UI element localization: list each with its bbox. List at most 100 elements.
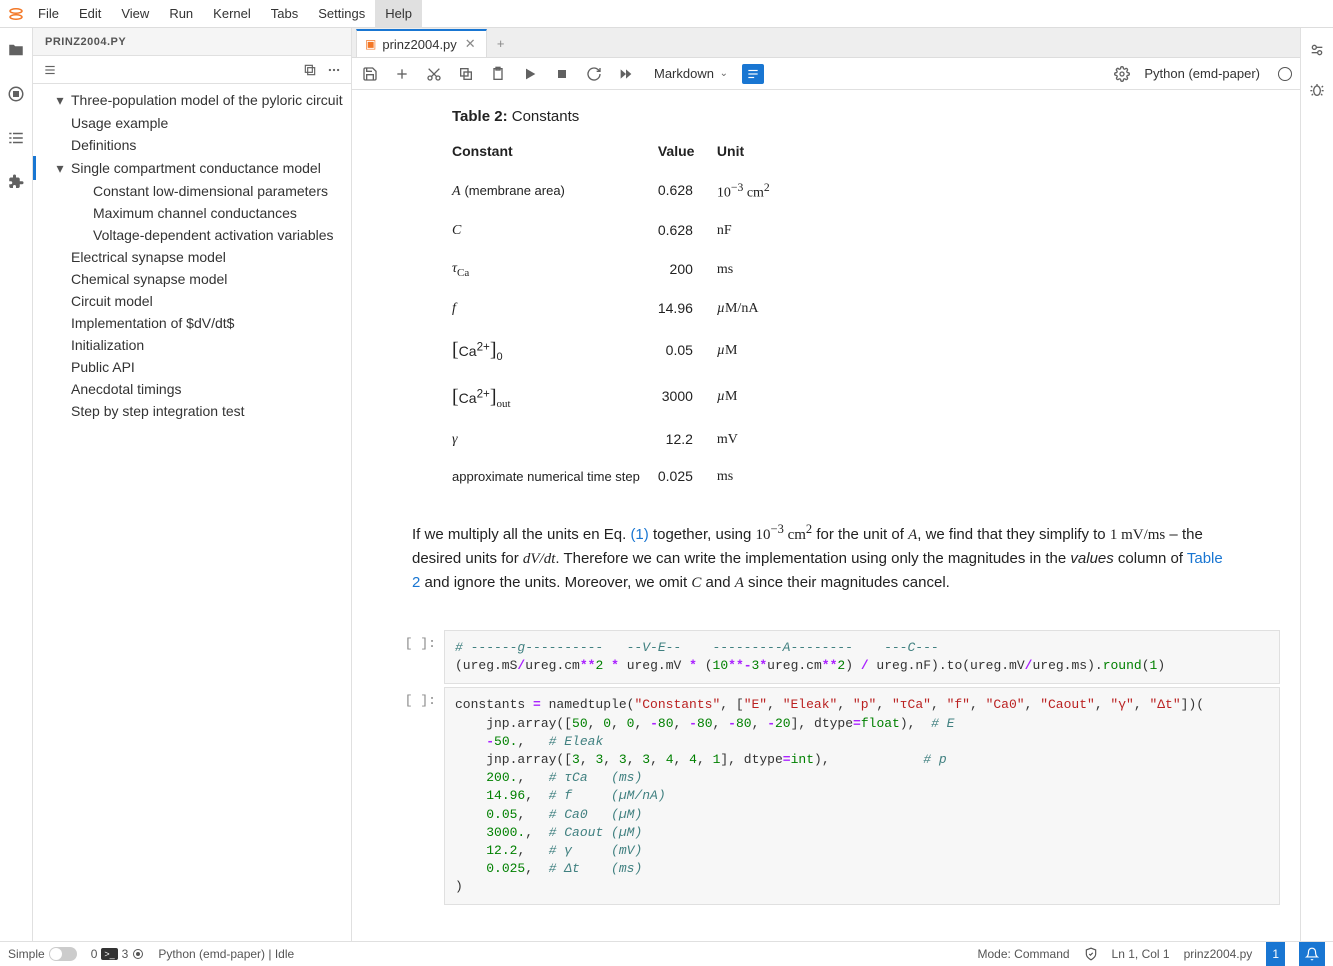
menu-file[interactable]: File	[28, 0, 69, 27]
tab-prinz2004[interactable]: ▣ prinz2004.py ✕	[356, 29, 487, 57]
run-icon[interactable]	[520, 64, 540, 84]
trusted-icon[interactable]	[1084, 947, 1098, 961]
menu-kernel[interactable]: Kernel	[203, 0, 261, 27]
kernel-status-text[interactable]: Python (emd-paper) | Idle	[158, 947, 294, 961]
toc-item-label: Maximum channel conductances	[93, 205, 297, 221]
table-row: f14.96µM/nA	[452, 289, 788, 327]
cell-type-select[interactable]: Markdown ⌄	[648, 65, 730, 82]
table-row: A (membrane area)0.62810−3 cm2	[452, 170, 788, 211]
close-icon[interactable]: ✕	[463, 36, 478, 52]
toc-item[interactable]: Initialization	[33, 334, 351, 356]
toc-item-label: Three-population model of the pyloric ci…	[71, 92, 343, 108]
table-row: [Ca2+]00.05µM	[452, 327, 788, 373]
run-all-icon[interactable]	[616, 64, 636, 84]
notification-badge[interactable]: 1	[1266, 942, 1285, 966]
running-icon[interactable]	[6, 84, 26, 104]
table-caption: Table 2: Constants	[452, 106, 1232, 129]
settings-icon[interactable]	[1307, 40, 1327, 60]
toc-toolbar	[33, 56, 351, 84]
toc-tree[interactable]: ▾Three-population model of the pyloric c…	[33, 84, 351, 941]
toc-item[interactable]: Circuit model	[33, 290, 351, 312]
activity-bar	[0, 28, 33, 941]
menu-tabs[interactable]: Tabs	[261, 0, 308, 27]
paste-icon[interactable]	[488, 64, 508, 84]
constants-table: ConstantValueUnit A (membrane area)0.628…	[452, 137, 788, 496]
toc-item-label: Anecdotal timings	[71, 381, 182, 397]
side-panel: PRINZ2004.PY ▾Three-population model of …	[33, 28, 352, 941]
menu-run[interactable]: Run	[159, 0, 203, 27]
toc-item-label: Constant low-dimensional parameters	[93, 183, 328, 199]
notebook-content[interactable]: Table 2: Constants ConstantValueUnit A (…	[352, 90, 1300, 941]
toc-item[interactable]: Maximum channel conductances	[33, 202, 351, 224]
chevron-down-icon: ▾	[49, 91, 71, 109]
status-bar: Simple 0 >_ 3 Python (emd-paper) | Idle …	[0, 941, 1333, 965]
menu-edit[interactable]: Edit	[69, 0, 111, 27]
variable-inspector-icon[interactable]	[1112, 64, 1132, 84]
toc-item[interactable]: Definitions	[33, 134, 351, 156]
debug-icon[interactable]	[1307, 80, 1327, 100]
menu-help[interactable]: Help	[375, 0, 422, 27]
table-header: Value	[658, 137, 717, 171]
table-row: τCa200ms	[452, 249, 788, 289]
toc-item[interactable]: Usage example	[33, 112, 351, 134]
table-header: Unit	[717, 137, 788, 171]
menubar: FileEditViewRunKernelTabsSettingsHelp	[0, 0, 1333, 28]
toc-item-label: Circuit model	[71, 293, 153, 309]
add-tab-button[interactable]: +	[487, 29, 515, 57]
collapse-icon[interactable]	[301, 61, 319, 79]
extensions-icon[interactable]	[6, 172, 26, 192]
terminals-count[interactable]: 0 >_ 3	[91, 947, 145, 961]
more-icon[interactable]	[325, 61, 343, 79]
toc-item[interactable]: Step by step integration test	[33, 400, 351, 422]
kernel-status-icon[interactable]	[1278, 67, 1292, 81]
stop-icon[interactable]	[552, 64, 572, 84]
table-header: Constant	[452, 137, 658, 171]
folder-icon[interactable]	[6, 40, 26, 60]
jupyter-logo	[4, 0, 28, 27]
toc-item[interactable]: ▾Single compartment conductance model	[33, 156, 351, 180]
toc-item[interactable]: Implementation of $dV/dt$	[33, 312, 351, 334]
right-rail	[1300, 28, 1333, 941]
toc-item[interactable]: Voltage-dependent activation variables	[33, 224, 351, 246]
explanation-paragraph: If we multiply all the units en Eq. (1) …	[412, 519, 1232, 595]
toc-item[interactable]: Public API	[33, 356, 351, 378]
side-panel-title: PRINZ2004.PY	[33, 28, 351, 56]
toc-item-label: Single compartment conductance model	[71, 160, 321, 176]
restart-icon[interactable]	[584, 64, 604, 84]
toc-item-label: Implementation of $dV/dt$	[71, 315, 234, 331]
toc-icon[interactable]	[6, 128, 26, 148]
list-icon[interactable]	[41, 61, 59, 79]
bell-icon[interactable]	[1299, 942, 1325, 966]
menu-settings[interactable]: Settings	[308, 0, 375, 27]
toc-item-label: Public API	[71, 359, 135, 375]
cut-icon[interactable]	[424, 64, 444, 84]
notebook-toolbar: Markdown ⌄ Python (emd-paper)	[352, 58, 1300, 90]
toc-item[interactable]: Chemical synapse model	[33, 268, 351, 290]
kernel-name[interactable]: Python (emd-paper)	[1144, 66, 1260, 81]
tab-label: prinz2004.py	[382, 37, 456, 52]
cursor-position: Ln 1, Col 1	[1112, 947, 1170, 961]
render-icon[interactable]	[742, 64, 764, 84]
code-cell-1[interactable]: [ ]: # ------g---------- --V-E-- -------…	[372, 630, 1280, 684]
table-row: [Ca2+]out3000µM	[452, 374, 788, 420]
toc-item[interactable]: ▾Three-population model of the pyloric c…	[33, 88, 351, 112]
copy-icon[interactable]	[456, 64, 476, 84]
file-name-status: prinz2004.py	[1184, 947, 1253, 961]
toc-item[interactable]: Constant low-dimensional parameters	[33, 180, 351, 202]
save-icon[interactable]	[360, 64, 380, 84]
python-file-icon: ▣	[365, 37, 376, 51]
code-body[interactable]: constants = namedtuple("Constants", ["E"…	[444, 687, 1280, 905]
simple-toggle[interactable]: Simple	[8, 947, 77, 961]
table-row: γ12.2mV	[452, 420, 788, 458]
add-cell-icon[interactable]	[392, 64, 412, 84]
code-body[interactable]: # ------g---------- --V-E-- ---------A--…	[444, 630, 1280, 684]
toc-item-label: Definitions	[71, 137, 136, 153]
toc-item[interactable]: Anecdotal timings	[33, 378, 351, 400]
toc-item-label: Usage example	[71, 115, 168, 131]
menu-view[interactable]: View	[111, 0, 159, 27]
toc-item-label: Step by step integration test	[71, 403, 245, 419]
code-cell-2[interactable]: [ ]: constants = namedtuple("Constants",…	[372, 687, 1280, 905]
toc-item[interactable]: Electrical synapse model	[33, 246, 351, 268]
mode-indicator: Mode: Command	[978, 947, 1070, 961]
toc-item-label: Electrical synapse model	[71, 249, 226, 265]
